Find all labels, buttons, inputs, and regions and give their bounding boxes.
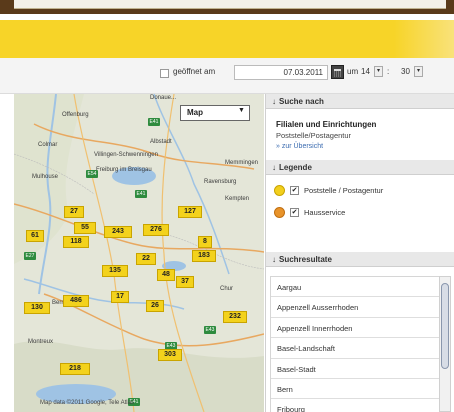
map-marker[interactable]: 8 [198,236,212,248]
map-marker[interactable]: 118 [63,236,89,248]
map-marker[interactable]: 183 [192,250,216,262]
hour-select[interactable]: 14 [361,67,370,76]
map-marker[interactable]: 243 [104,226,132,238]
search-section-header[interactable]: ↓ Suche nach [266,94,454,109]
map-city-label: Donaue... [150,95,177,101]
results-scrollbar[interactable] [439,276,451,412]
top-bar [0,0,454,14]
legend-label: Poststelle / Postagentur [304,186,384,195]
results-list: Aargau Appenzell Ausserrhoden Appenzell … [270,276,440,412]
banner-fade [394,20,454,58]
collapse-arrow-icon: ↓ [272,97,276,106]
map-city-label: Ravensburg [204,179,237,185]
legend-checkbox-poststelle[interactable]: ✔ [290,186,299,195]
map-marker[interactable]: 303 [158,349,182,361]
map-marker[interactable]: 61 [26,230,44,242]
map-marker[interactable]: 55 [74,222,96,234]
map-city-label: Offenburg [62,112,89,118]
collapse-arrow-icon: ↓ [272,255,276,264]
search-subtitle: Poststelle/Postagentur [276,131,352,140]
time-colon: : [387,67,390,76]
hour-dropdown-icon[interactable]: ▾ [374,66,383,77]
page-root: geöffnet am 07.03.2011 um 14 ▾ : 30 ▾ Of… [0,0,454,412]
results-header-label: Suchresultate [279,255,332,264]
brand-banner [0,20,454,58]
list-item[interactable]: Bern [271,379,439,400]
overview-link[interactable]: » zur Übersicht [276,143,323,150]
results-section-header[interactable]: ↓ Suchresultate [266,252,454,267]
map-marker[interactable]: 37 [176,276,194,288]
map-marker[interactable]: 232 [223,311,247,323]
open-on-checkbox[interactable] [160,69,169,78]
map-city-label: Colmar [38,142,58,148]
highway-shield: E41 [148,118,160,126]
date-input[interactable]: 07.03.2011 [234,65,328,80]
map-city-label: Chur [220,286,234,292]
date-filter-bar [0,58,454,94]
side-panel: ↓ Suche nach Filialen und Einrichtungen P… [265,94,454,412]
map-marker[interactable]: 27 [64,206,84,218]
minute-dropdown-icon[interactable]: ▾ [414,66,423,77]
collapse-arrow-icon: ↓ [272,163,276,172]
map-marker[interactable]: 135 [102,265,128,277]
map-city-label: Montreux [28,339,54,345]
highway-shield: E41 [135,190,147,198]
map-city-label: Mulhouse [32,174,59,180]
list-item[interactable]: Appenzell Innerrhoden [271,318,439,339]
highway-shield: E54 [86,170,98,178]
search-title: Filialen und Einrichtungen [276,120,377,129]
map-city-label: Villingen-Schwenningen [94,152,158,158]
map-marker[interactable]: 130 [24,302,50,314]
legend-dot-hausservice [274,207,285,218]
map-city-label: Kempten [225,196,250,202]
map-marker[interactable]: 17 [111,291,129,303]
map-marker[interactable]: 48 [157,269,175,281]
scrollbar-thumb[interactable] [441,283,449,369]
map-marker[interactable]: 26 [146,300,164,312]
map-city-label: Memmingen [225,160,259,166]
legend-dot-poststelle [274,185,285,196]
legend-label: Hausservice [304,208,346,217]
map-marker[interactable]: 127 [178,206,202,218]
map-marker[interactable]: 486 [63,295,89,307]
highway-shield: E27 [24,252,36,260]
minute-select[interactable]: 30 [401,67,410,76]
time-label: um [347,67,359,76]
map-city-label: Albstadt [150,139,172,145]
list-item[interactable]: Aargau [271,277,439,298]
legend-checkbox-hausservice[interactable]: ✔ [290,208,299,217]
search-header-label: Suche nach [279,97,324,106]
legend-section-header[interactable]: ↓ Legende [266,160,454,175]
calendar-icon[interactable] [331,65,344,79]
list-item[interactable]: Basel-Landschaft [271,338,439,359]
list-item[interactable]: Fribourg [271,399,439,412]
list-item[interactable]: Appenzell Ausserrhoden [271,297,439,318]
open-on-label: geöffnet am [173,67,216,76]
map-marker[interactable]: 276 [143,224,169,236]
map-copyright: Map data ©2011 Google, Tele Atlas [40,400,134,406]
map-city-label: Freiburg im Breisgau [96,167,152,173]
legend-header-label: Legende [279,163,312,172]
highway-shield: E43 [204,326,216,334]
top-bar-inner [14,0,446,9]
map-marker[interactable]: 22 [136,253,156,265]
chevron-down-icon[interactable]: ▼ [238,107,245,114]
list-item[interactable]: Basel-Stadt [271,359,439,379]
map-marker[interactable]: 218 [60,363,90,375]
